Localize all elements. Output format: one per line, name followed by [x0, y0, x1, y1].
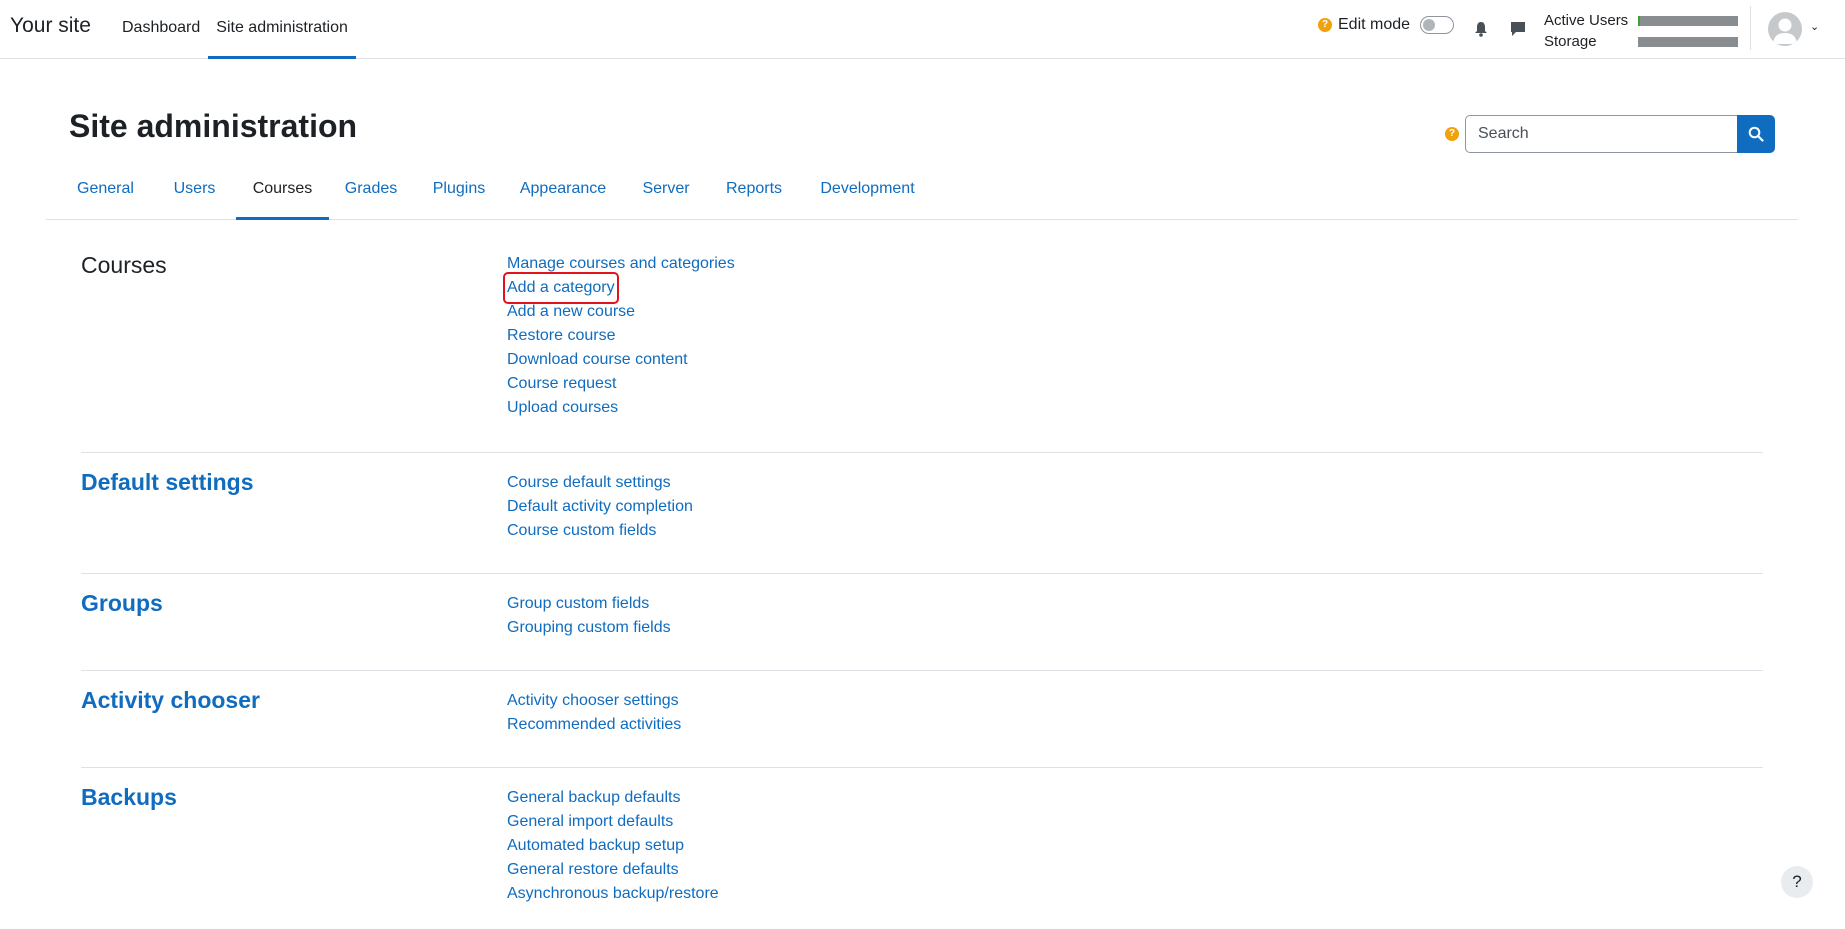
tab-users[interactable]: Users — [173, 172, 216, 220]
link-add-category[interactable]: Add a category — [503, 272, 619, 304]
search-icon — [1748, 126, 1764, 142]
section-links: Activity chooser settings Recommended ac… — [507, 689, 681, 737]
primary-navigation: Dashboard Site administration — [114, 0, 356, 59]
link-automated-backup-setup[interactable]: Automated backup setup — [507, 834, 719, 858]
section-courses: Courses Manage courses and categories Ad… — [81, 250, 1763, 450]
section-title: Courses — [81, 252, 167, 278]
link-manage-courses[interactable]: Manage courses and categories — [507, 252, 735, 276]
help-button[interactable]: ? — [1781, 866, 1813, 898]
search-button[interactable] — [1737, 115, 1775, 153]
link-course-custom-fields[interactable]: Course custom fields — [507, 519, 693, 543]
tab-plugins[interactable]: Plugins — [431, 172, 487, 220]
link-course-request[interactable]: Course request — [507, 372, 735, 396]
link-grouping-custom-fields[interactable]: Grouping custom fields — [507, 616, 671, 640]
storage-bar — [1638, 36, 1738, 47]
section-title[interactable]: Default settings — [81, 469, 254, 496]
section-activity-chooser: Activity chooser Activity chooser settin… — [81, 670, 1763, 768]
link-general-import-defaults[interactable]: General import defaults — [507, 810, 719, 834]
section-links: Manage courses and categories Add a cate… — [503, 252, 735, 420]
help-icon[interactable]: ? — [1445, 127, 1459, 141]
help-icon[interactable]: ? — [1318, 18, 1332, 32]
navbar-divider — [1750, 6, 1751, 50]
section-title[interactable]: Groups — [81, 590, 163, 617]
tab-courses[interactable]: Courses — [236, 172, 329, 220]
quota-panel: Active Users Storage — [1544, 10, 1738, 52]
section-backups: Backups General backup defaults General … — [81, 767, 1763, 927]
bell-icon[interactable] — [1470, 18, 1492, 40]
top-navbar: Your site Dashboard Site administration … — [0, 0, 1845, 59]
active-users-bar — [1638, 15, 1738, 26]
link-asynchronous-backup-restore[interactable]: Asynchronous backup/restore — [507, 882, 719, 906]
user-avatar[interactable] — [1768, 12, 1802, 46]
link-add-new-course[interactable]: Add a new course — [507, 300, 735, 324]
section-links: Course default settings Default activity… — [507, 471, 693, 543]
toggle-knob — [1423, 19, 1436, 31]
active-users-fill — [1638, 15, 1640, 26]
section-title[interactable]: Activity chooser — [81, 687, 260, 714]
nav-site-administration[interactable]: Site administration — [208, 0, 356, 59]
link-general-restore-defaults[interactable]: General restore defaults — [507, 858, 719, 882]
link-course-default-settings[interactable]: Course default settings — [507, 471, 693, 495]
section-title[interactable]: Backups — [81, 784, 177, 811]
tab-grades[interactable]: Grades — [343, 172, 399, 220]
link-download-course-content[interactable]: Download course content — [507, 348, 735, 372]
active-users-label: Active Users — [1544, 12, 1629, 29]
storage-label: Storage — [1544, 33, 1597, 50]
link-general-backup-defaults[interactable]: General backup defaults — [507, 786, 719, 810]
edit-mode-label: Edit mode — [1338, 16, 1411, 33]
section-default-settings: Default settings Course default settings… — [81, 452, 1763, 574]
section-groups: Groups Group custom fields Grouping cust… — [81, 573, 1763, 671]
admin-tabs: General Users Courses Grades Plugins App… — [46, 172, 1798, 220]
chevron-down-icon[interactable]: ⌄ — [1810, 20, 1819, 33]
site-brand[interactable]: Your site — [10, 14, 91, 38]
tab-reports[interactable]: Reports — [724, 172, 784, 220]
admin-search: ? — [1445, 115, 1775, 153]
link-upload-courses[interactable]: Upload courses — [507, 396, 735, 420]
page-title: Site administration — [69, 108, 358, 144]
edit-mode-control: ? Edit mode — [1318, 16, 1455, 34]
tab-server[interactable]: Server — [641, 172, 691, 220]
link-activity-chooser-settings[interactable]: Activity chooser settings — [507, 689, 681, 713]
link-recommended-activities[interactable]: Recommended activities — [507, 713, 681, 737]
link-group-custom-fields[interactable]: Group custom fields — [507, 592, 671, 616]
message-icon[interactable] — [1507, 18, 1529, 40]
section-links: General backup defaults General import d… — [507, 786, 719, 906]
section-links: Group custom fields Grouping custom fiel… — [507, 592, 671, 640]
nav-dashboard[interactable]: Dashboard — [114, 0, 208, 59]
link-default-activity-completion[interactable]: Default activity completion — [507, 495, 693, 519]
tab-appearance[interactable]: Appearance — [518, 172, 608, 220]
link-restore-course[interactable]: Restore course — [507, 324, 735, 348]
edit-mode-toggle[interactable] — [1420, 16, 1455, 34]
tab-general[interactable]: General — [77, 172, 134, 220]
search-input[interactable] — [1465, 115, 1737, 153]
tab-development[interactable]: Development — [817, 172, 918, 220]
